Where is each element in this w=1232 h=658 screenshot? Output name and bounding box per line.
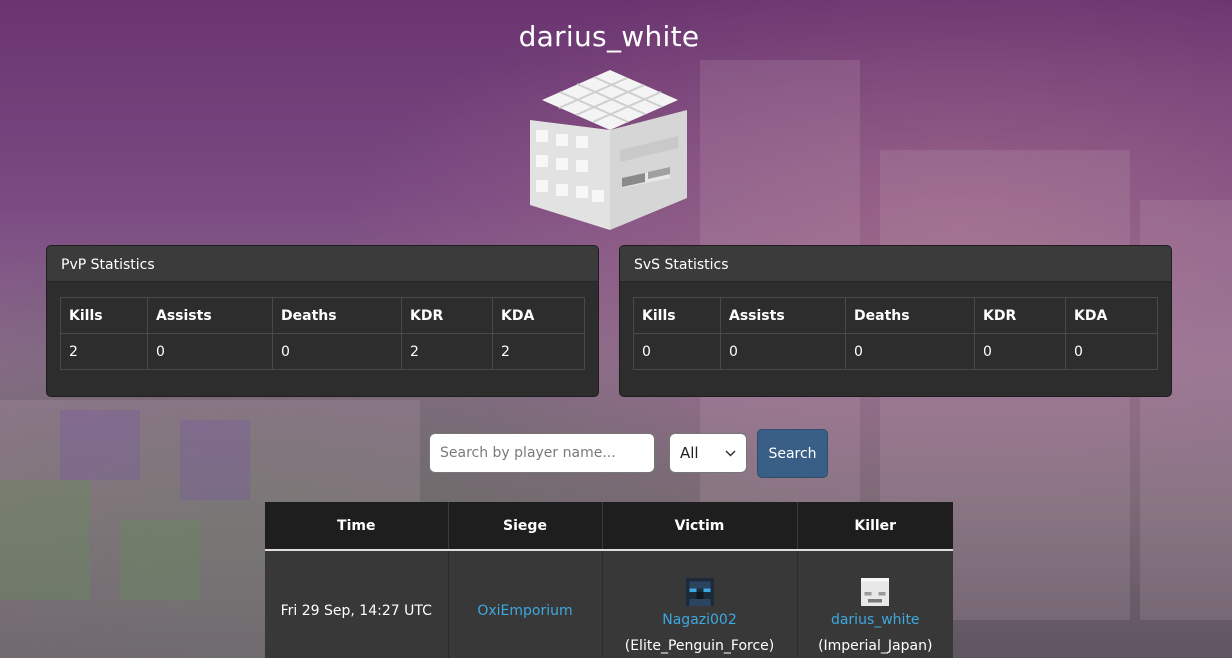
killer-cell: darius_white (Imperial_Japan) <box>797 550 953 658</box>
pvp-header-assists: Assists <box>147 297 273 334</box>
svs-value-deaths: 0 <box>845 333 975 370</box>
kills-header-victim: Victim <box>602 502 798 551</box>
pvp-statistics-table: Kills Assists Deaths KDR KDA 2 0 0 2 2 <box>60 297 585 370</box>
svs-statistics-table: Kills Assists Deaths KDR KDA 0 0 0 0 0 <box>633 297 1158 370</box>
killer-avatar <box>861 577 890 606</box>
kills-table: Time Siege Victim Killer Fri 29 Sep, 14:… <box>265 502 953 658</box>
siege-link[interactable]: OxiEmporium <box>477 603 572 619</box>
svs-value-kda: 0 <box>1065 333 1158 370</box>
svs-header-deaths: Deaths <box>845 297 975 334</box>
pvp-header-kdr: KDR <box>401 297 493 334</box>
pvp-header-deaths: Deaths <box>272 297 402 334</box>
table-row: Fri 29 Sep, 14:27 UTC OxiEmporium Nagazi… <box>265 550 953 658</box>
kills-header-killer: Killer <box>797 502 953 551</box>
victim-avatar <box>685 577 714 606</box>
player-profile-page: darius_white PvP Statistics Kills Assist… <box>0 0 1232 658</box>
victim-cell: Nagazi002 (Elite_Penguin_Force) <box>602 550 798 658</box>
kill-time: Fri 29 Sep, 14:27 UTC <box>265 550 449 658</box>
filter-select[interactable]: All <box>669 433 747 473</box>
pvp-value-deaths: 0 <box>272 333 402 370</box>
filter-select-value: All <box>680 444 699 462</box>
svs-header-kdr: KDR <box>974 297 1066 334</box>
pvp-statistics-panel: PvP Statistics Kills Assists Deaths KDR … <box>46 245 599 397</box>
svs-header-assists: Assists <box>720 297 846 334</box>
pvp-value-row: 2 0 0 2 2 <box>60 333 585 370</box>
killer-name-link[interactable]: darius_white <box>798 612 954 628</box>
pvp-value-kills: 2 <box>60 333 148 370</box>
search-button[interactable]: Search <box>757 429 828 478</box>
pvp-value-kda: 2 <box>492 333 585 370</box>
pvp-value-assists: 0 <box>147 333 273 370</box>
svs-header-kills: Kills <box>633 297 721 334</box>
svs-header-row: Kills Assists Deaths KDR KDA <box>633 297 1158 334</box>
svs-value-kills: 0 <box>633 333 721 370</box>
chevron-down-icon <box>725 447 736 460</box>
pvp-statistics-title: PvP Statistics <box>47 246 598 282</box>
svs-statistics-title: SvS Statistics <box>620 246 1171 282</box>
svs-value-assists: 0 <box>720 333 846 370</box>
kill-siege-cell: OxiEmporium <box>448 550 603 658</box>
kills-header-time: Time <box>265 502 449 551</box>
pvp-header-kills: Kills <box>60 297 148 334</box>
kills-header-siege: Siege <box>448 502 603 551</box>
player-skin-head <box>530 70 690 230</box>
svs-value-row: 0 0 0 0 0 <box>633 333 1158 370</box>
svs-header-kda: KDA <box>1065 297 1158 334</box>
killer-team: (Imperial_Japan) <box>818 637 933 654</box>
kills-header-row: Time Siege Victim Killer <box>265 502 953 551</box>
pvp-header-row: Kills Assists Deaths KDR KDA <box>60 297 585 334</box>
pvp-value-kdr: 2 <box>401 333 493 370</box>
player-username: darius_white <box>518 20 700 53</box>
victim-team: (Elite_Penguin_Force) <box>624 637 775 654</box>
svs-value-kdr: 0 <box>974 333 1066 370</box>
victim-name-link[interactable]: Nagazi002 <box>603 612 797 628</box>
player-search-input[interactable] <box>429 433 655 473</box>
svs-statistics-panel: SvS Statistics Kills Assists Deaths KDR … <box>619 245 1172 397</box>
pvp-header-kda: KDA <box>492 297 585 334</box>
